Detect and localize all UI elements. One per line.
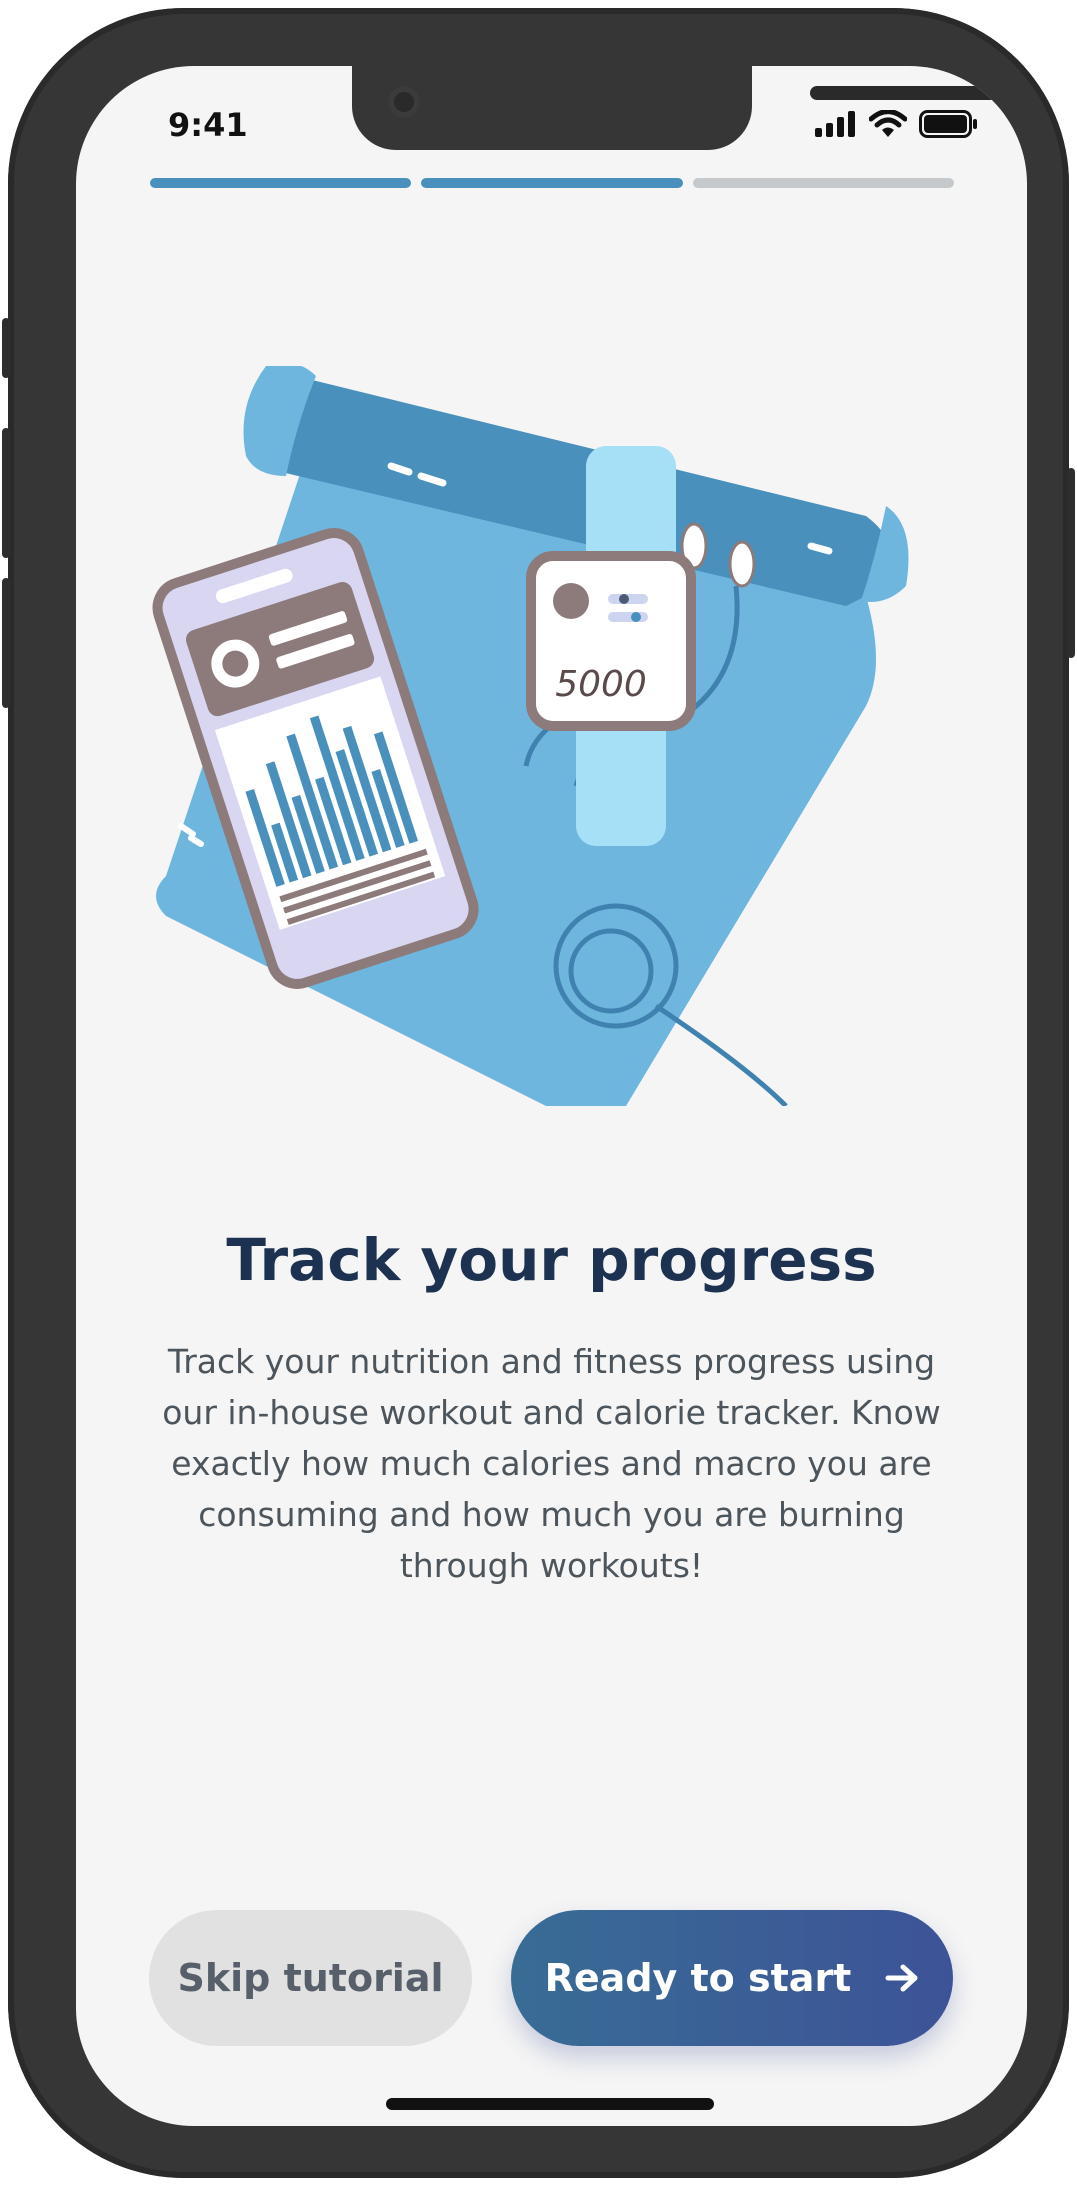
wifi-icon: [869, 110, 907, 137]
onboarding-progress: [150, 178, 954, 188]
status-icons: [815, 110, 979, 138]
status-time: 9:41: [168, 106, 248, 144]
ready-to-start-label: Ready to start: [544, 1956, 852, 2000]
progress-step-3: [692, 178, 954, 188]
page-description: Track your nutrition and fitness progres…: [162, 1342, 941, 1585]
fitness-illustration: 5000: [152, 366, 909, 1106]
volume-up-button: [2, 428, 10, 558]
progress-step-2: [421, 178, 683, 188]
mute-switch: [2, 318, 10, 378]
power-button: [1067, 468, 1075, 658]
phone-frame: 9:41 5000 Track your progress Track your…: [2, 8, 1075, 2178]
ready-to-start-button[interactable]: Ready to start: [511, 1910, 953, 2046]
speaker-grille: [810, 86, 1010, 100]
signal-icon: [815, 111, 855, 137]
progress-step-1: [150, 178, 412, 188]
page-title: Track your progress: [226, 1226, 877, 1294]
home-indicator[interactable]: [386, 2098, 714, 2110]
skip-tutorial-button[interactable]: Skip tutorial: [149, 1910, 472, 2046]
watch-step-count: 5000: [555, 664, 647, 705]
front-camera: [388, 86, 420, 118]
battery-icon: [919, 110, 977, 138]
volume-down-button: [2, 578, 10, 708]
arrow-right-icon: [885, 1964, 918, 1992]
skip-tutorial-label: Skip tutorial: [177, 1956, 444, 2000]
screen: 9:41 5000 Track your progress Track your…: [76, 66, 1027, 2126]
